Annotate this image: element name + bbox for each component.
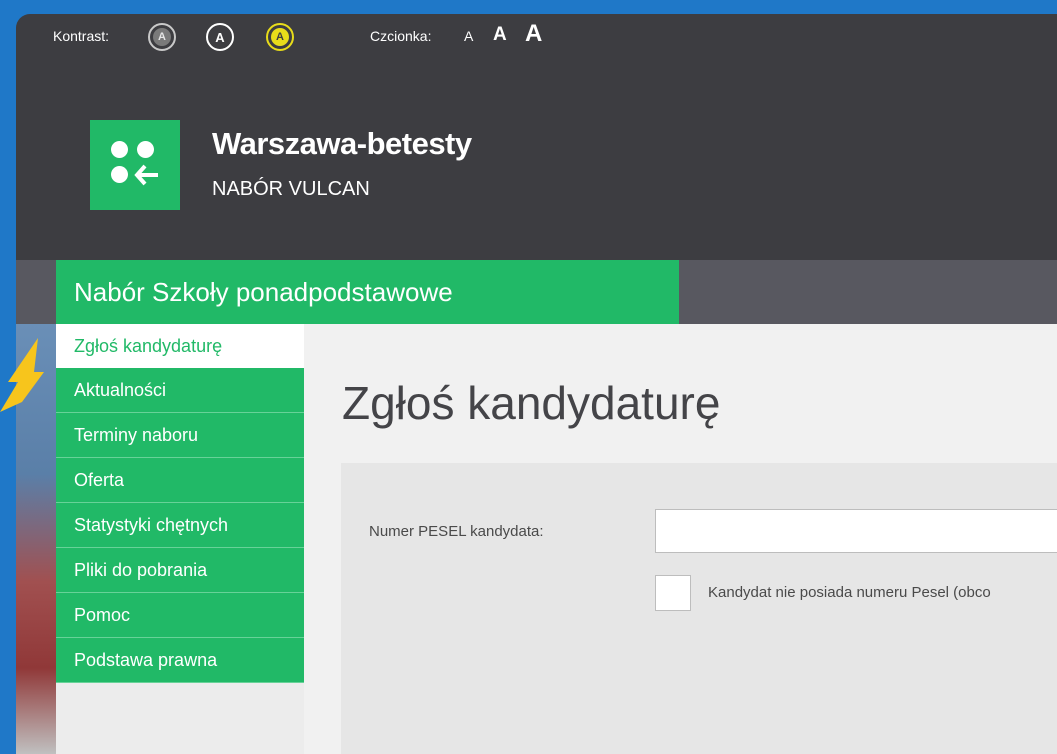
logo-dot	[111, 141, 128, 158]
app-window: Kontrast: A A A Czcionka: A A A Warszawa…	[16, 14, 1057, 754]
candidate-form: Numer PESEL kandydata: Kandydat nie posi…	[341, 463, 1057, 754]
sidebar-item-podstawa-prawna[interactable]: Podstawa prawna	[56, 638, 304, 683]
sidebar-item-statystyki[interactable]: Statystyki chętnych	[56, 503, 304, 548]
sidebar-item-pomoc[interactable]: Pomoc	[56, 593, 304, 638]
sidebar-item-pliki[interactable]: Pliki do pobrania	[56, 548, 304, 593]
sidebar-item-zglos-kandydature[interactable]: Zgłoś kandydaturę	[56, 324, 304, 368]
contrast-letter: A	[271, 28, 289, 46]
contrast-default-button[interactable]: A	[148, 23, 176, 51]
contrast-letter: A	[215, 29, 225, 45]
logo-dots-arrow-icon[interactable]	[90, 120, 180, 210]
sidebar-item-oferta[interactable]: Oferta	[56, 458, 304, 503]
site-subtitle: NABÓR VULCAN	[212, 178, 370, 200]
logo-dot	[137, 141, 154, 158]
contrast-yellow-button[interactable]: A	[266, 23, 294, 51]
accessibility-bar: Kontrast: A A A Czcionka: A A A	[16, 14, 1057, 64]
sidebar-item-terminy-naboru[interactable]: Terminy naboru	[56, 413, 304, 458]
contrast-label: Kontrast:	[53, 28, 110, 44]
contrast-letter: A	[153, 28, 171, 46]
sidebar-menu: Zgłoś kandydaturę Aktualności Terminy na…	[56, 324, 304, 683]
no-pesel-checkbox[interactable]	[655, 575, 691, 611]
logo-dot	[111, 166, 128, 183]
section-title: Nabór Szkoły ponadpodstawowe	[56, 260, 679, 324]
font-large-button[interactable]: A	[525, 20, 542, 48]
font-medium-button[interactable]: A	[493, 24, 507, 46]
logo-arrow	[134, 164, 158, 186]
pesel-input[interactable]	[655, 509, 1057, 553]
page-title: Zgłoś kandydaturę	[342, 377, 721, 429]
no-pesel-label: Kandydat nie posiada numeru Pesel (obco	[708, 584, 991, 601]
pesel-label: Numer PESEL kandydata:	[369, 523, 544, 540]
yellow-arrow-icon	[0, 338, 44, 412]
sidebar-item-aktualnosci[interactable]: Aktualności	[56, 368, 304, 413]
main-content: Zgłoś kandydaturę Numer PESEL kandydata:…	[304, 324, 1057, 754]
font-label: Czcionka:	[370, 28, 432, 44]
font-small-button[interactable]: A	[464, 28, 473, 44]
contrast-high-button[interactable]: A	[206, 23, 234, 51]
site-title[interactable]: Warszawa-betesty	[212, 126, 472, 162]
